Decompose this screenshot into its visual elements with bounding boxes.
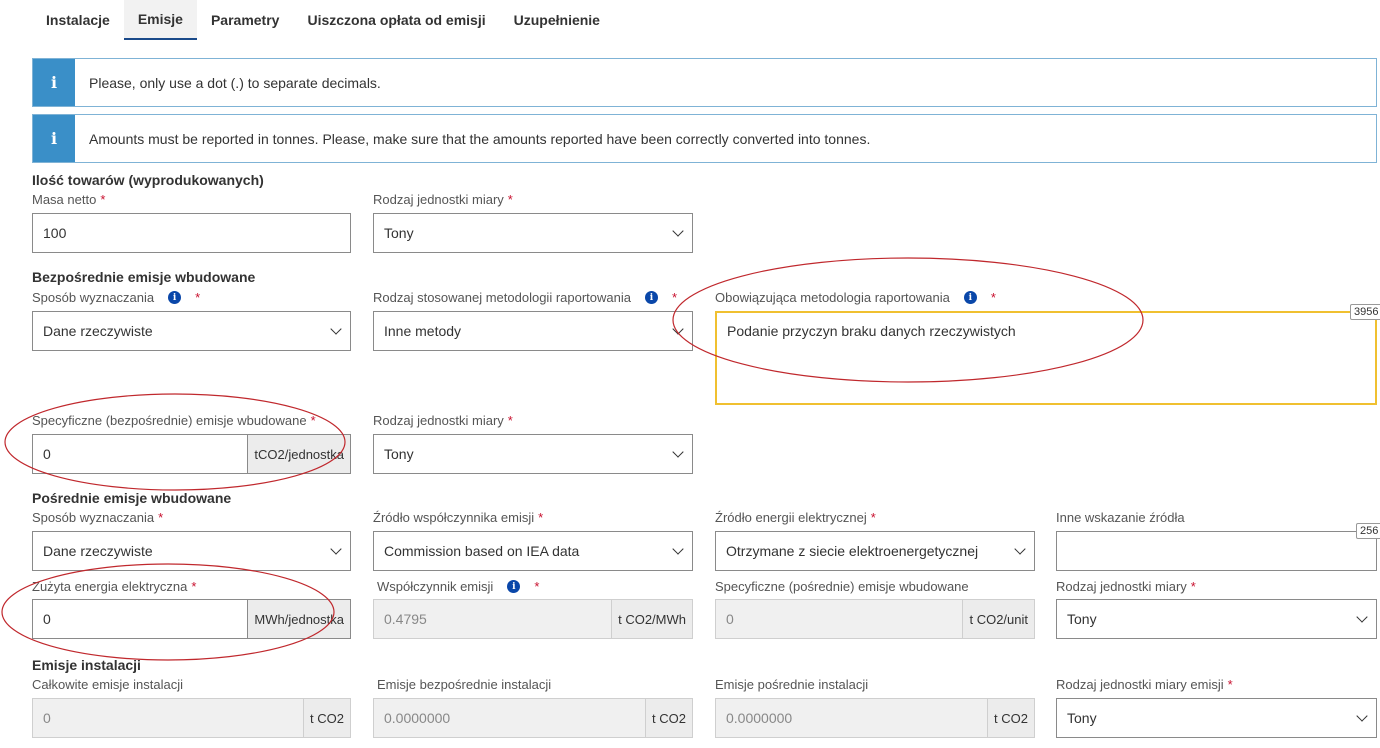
unit-addon: tCO2/jednostka — [247, 434, 351, 474]
section-title-installation: Emisje instalacji — [32, 657, 141, 673]
direct-unit-select[interactable]: Tony — [373, 434, 693, 474]
tab-uzupelnienie[interactable]: Uzupełnienie — [500, 0, 614, 40]
methodology-type-label: Rodzaj stosowanej metodologii raportowan… — [373, 290, 678, 305]
indirect-specific-input-group: 0 t CO2/unit — [715, 599, 1035, 639]
tab-bar: Instalacje Emisje Parametry Uiszczona op… — [32, 0, 614, 40]
methodology-type-select[interactable]: Inne metody — [373, 311, 693, 351]
info-icon: i — [33, 59, 75, 106]
net-mass-label: Masa netto * — [32, 192, 106, 207]
direct-specific-input-group: 0 tCO2/jednostka — [32, 434, 351, 474]
unit-addon: t CO2 — [645, 698, 693, 738]
unit-addon: t CO2/unit — [962, 599, 1035, 639]
direct-method-select[interactable]: Dane rzeczywiste — [32, 311, 351, 351]
emission-unit-label: Rodzaj jednostki miary emisji * — [1056, 677, 1233, 692]
unit-addon: MWh/jednostka — [247, 599, 351, 639]
total-emissions-input-group: 0 t CO2 — [32, 698, 351, 738]
chevron-down-icon — [672, 543, 684, 555]
other-source-label: Inne wskazanie źródła — [1056, 510, 1185, 525]
char-counter: 256 — [1356, 523, 1380, 539]
indirect-installation-input-group: 0.0000000 t CO2 — [715, 698, 1035, 738]
other-source-input[interactable] — [1056, 531, 1377, 571]
unit-addon: t CO2 — [987, 698, 1035, 738]
total-emissions-label: Całkowite emisje instalacji — [32, 677, 183, 692]
info-icon: i — [33, 115, 75, 162]
factor-source-label: Źródło współczynnika emisji * — [373, 510, 544, 525]
direct-unit-label: Rodzaj jednostki miary * — [373, 413, 513, 428]
consumed-electricity-label: Zużyta energia elektryczna * — [32, 579, 197, 594]
chevron-down-icon — [1014, 543, 1026, 555]
section-title-direct: Bezpośrednie emisje wbudowane — [32, 269, 256, 285]
indirect-unit-select[interactable]: Tony — [1056, 599, 1377, 639]
consumed-electricity-input-group: 0 MWh/jednostka — [32, 599, 351, 639]
indirect-installation-label: Emisje pośrednie instalacji — [715, 677, 869, 692]
section-title-goods: Ilość towarów (wyprodukowanych) — [32, 172, 264, 188]
indirect-installation-input: 0.0000000 — [715, 698, 988, 738]
info-text: Please, only use a dot (.) to separate d… — [89, 74, 381, 91]
info-icon[interactable]: i — [507, 580, 521, 593]
chevron-down-icon — [672, 446, 684, 458]
char-counter: 3956 — [1350, 304, 1380, 320]
info-icon[interactable]: i — [168, 291, 182, 304]
total-emissions-input: 0 — [32, 698, 304, 738]
unit-addon: t CO2/MWh — [611, 599, 693, 639]
goods-unit-label: Rodzaj jednostki miary * — [373, 192, 513, 207]
chevron-down-icon — [1356, 710, 1368, 722]
direct-specific-label: Specyficzne (bezpośrednie) emisje wbudow… — [32, 413, 316, 428]
consumed-electricity-input[interactable]: 0 — [32, 599, 248, 639]
info-alert-tonnes: i Amounts must be reported in tonnes. Pl… — [32, 114, 1377, 163]
indirect-specific-input: 0 — [715, 599, 963, 639]
info-text: Amounts must be reported in tonnes. Plea… — [89, 130, 871, 147]
emission-factor-input: 0.4795 — [373, 599, 612, 639]
factor-source-select[interactable]: Commission based on IEA data — [373, 531, 693, 571]
emission-factor-input-group: 0.4795 t CO2/MWh — [373, 599, 693, 639]
tab-emisje[interactable]: Emisje — [123, 0, 197, 40]
electricity-source-label: Źródło energii elektrycznej * — [715, 510, 876, 525]
goods-unit-select[interactable]: Tony — [373, 213, 693, 253]
chevron-down-icon — [330, 543, 342, 555]
direct-specific-input[interactable]: 0 — [32, 434, 248, 474]
direct-installation-label: Emisje bezpośrednie instalacji — [377, 677, 552, 692]
indirect-method-label: Sposób wyznaczania * — [32, 510, 164, 525]
tab-parametry[interactable]: Parametry — [197, 0, 294, 40]
info-alert-decimals: i Please, only use a dot (.) to separate… — [32, 58, 1377, 107]
tab-uiszczona-oplata[interactable]: Uiszczona opłata od emisji — [293, 0, 499, 40]
direct-installation-input-group: 0.0000000 t CO2 — [373, 698, 693, 738]
chevron-down-icon — [672, 323, 684, 335]
direct-installation-input: 0.0000000 — [373, 698, 646, 738]
electricity-source-select[interactable]: Otrzymane z siecie elektroenergetycznej — [715, 531, 1035, 571]
chevron-down-icon — [672, 225, 684, 237]
applicable-methodology-textarea[interactable]: Podanie przyczyn braku danych rzeczywist… — [715, 311, 1377, 405]
indirect-specific-label: Specyficzne (pośrednie) emisje wbudowane — [715, 579, 969, 594]
chevron-down-icon — [1356, 611, 1368, 623]
info-icon[interactable]: i — [963, 291, 977, 304]
applicable-methodology-label: Obowiązująca metodologia raportowania i * — [715, 290, 996, 305]
section-title-indirect: Pośrednie emisje wbudowane — [32, 490, 232, 506]
direct-method-label: Sposób wyznaczania i * — [32, 290, 201, 305]
unit-addon: t CO2 — [303, 698, 351, 738]
emission-factor-label: Współczynnik emisji i * — [377, 579, 540, 594]
net-mass-input[interactable]: 100 — [32, 213, 351, 253]
emission-unit-select[interactable]: Tony — [1056, 698, 1377, 738]
indirect-unit-label: Rodzaj jednostki miary * — [1056, 579, 1196, 594]
info-icon[interactable]: i — [644, 291, 658, 304]
chevron-down-icon — [330, 323, 342, 335]
indirect-method-select[interactable]: Dane rzeczywiste — [32, 531, 351, 571]
tab-instalacje[interactable]: Instalacje — [32, 0, 124, 40]
